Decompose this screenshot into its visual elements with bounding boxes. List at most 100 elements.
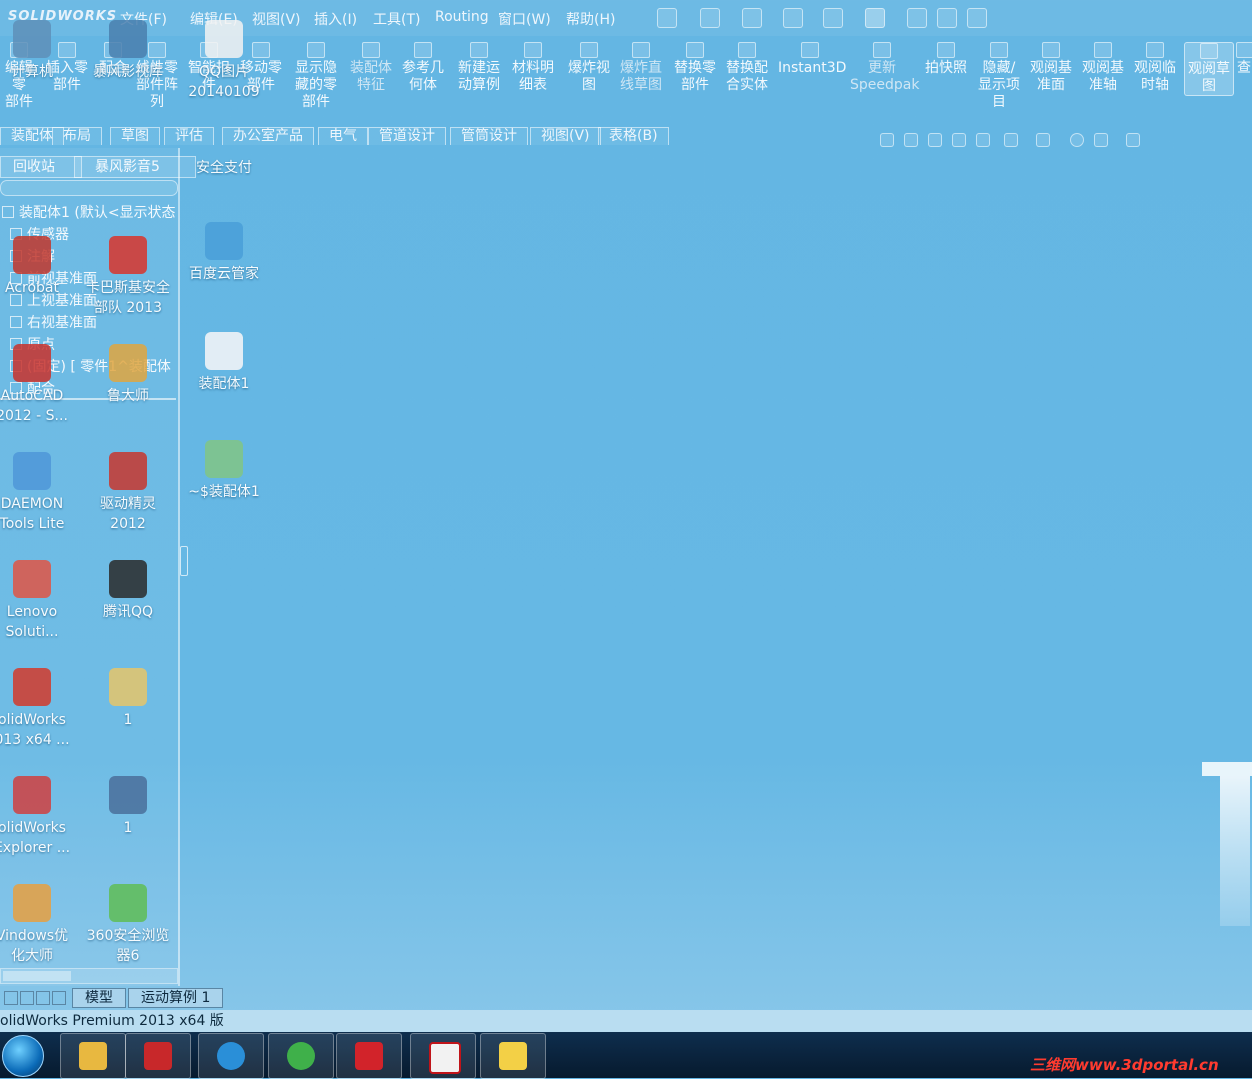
zoom-fit-icon[interactable] [880,133,894,147]
view-planes-icon [1042,42,1060,58]
menu-item-5[interactable]: Routing [435,9,489,25]
tab-6[interactable]: 管道设计 [368,127,446,145]
tab-1[interactable]: 布局 [52,127,102,145]
desktop-icon-10[interactable]: 腾讯QQ [80,560,176,622]
panel-horizontal-scrollbar[interactable] [0,968,178,984]
menu-item-4[interactable]: 工具(T) [373,9,420,29]
desktop-icon-right-1[interactable]: 百度云管家 [176,222,272,284]
ribbon-button-7[interactable]: 装配体 特征 [348,42,394,94]
section-view-icon[interactable] [952,133,966,147]
ribbon-label: 新建运 动算例 [458,60,500,93]
ribbon-button-23[interactable]: 查 [1236,42,1252,77]
view-settings-icon[interactable] [1126,133,1140,147]
desktop-icon-11[interactable]: olidWorks 013 x64 ... [0,668,80,750]
tree-item-0[interactable]: 装配体1 (默认<显示状态 [2,202,176,222]
menu-item-6[interactable]: 窗口(W) [498,9,551,29]
desktop-icon-15[interactable]: Vindows优 化大师 [0,884,80,966]
status-text: olidWorks Premium 2013 x64 版 [0,1013,224,1029]
menu-item-7[interactable]: 帮助(H) [566,9,615,29]
scrollbar-thumb[interactable] [3,971,71,981]
desktop-icon-1[interactable]: 暴风影视库 [80,20,176,82]
ribbon-button-15[interactable]: Instant3D [778,42,846,77]
taskbar-360-browser[interactable] [268,1033,334,1079]
taskbar-sticky-notes[interactable] [480,1033,546,1079]
panel-collapse-handle[interactable] [180,546,188,576]
options-icon[interactable] [967,8,987,28]
rebuild-icon[interactable] [907,8,927,28]
desktop-icon-16[interactable]: 360安全浏览 器6 [80,884,176,966]
start-button[interactable] [2,1035,44,1077]
tab-8[interactable]: 视图(V) [530,127,601,145]
desktop-icon-label: Vindows优 化大师 [0,928,69,964]
tab-model[interactable]: 模型 [72,988,126,1008]
tab-motion-study[interactable]: 运动算例 1 [128,988,224,1008]
ribbon-button-6[interactable]: 显示隐 藏的零 部件 [292,42,340,111]
ribbon-button-17[interactable]: 拍快照 [922,42,970,77]
desktop-icon-13[interactable]: olidWorks Explorer ... [0,776,80,858]
desktop-icon-0[interactable]: 计算机 [0,20,80,82]
tab-5[interactable]: 电气 [318,127,368,145]
taskbar-explorer[interactable] [60,1033,126,1079]
tab-2[interactable]: 草图 [110,127,160,145]
ribbon-button-8[interactable]: 参考几 何体 [400,42,446,94]
ribbon-button-12[interactable]: 爆炸直 线草图 [618,42,664,94]
tab-scroll-arrows[interactable] [0,988,70,1006]
tab-scroll-prev-icon[interactable] [20,991,34,1005]
desktop-icon-6[interactable]: 鲁大师 [80,344,176,406]
open-folder-icon[interactable] [700,8,720,28]
tab-scroll-first-icon[interactable] [4,991,18,1005]
display-style-icon[interactable] [1004,133,1018,147]
desktop-icon-9[interactable]: Lenovo Soluti... [0,560,80,642]
ribbon-button-18[interactable]: 隐藏/ 显示项 目 [976,42,1022,111]
desktop-icon-4[interactable]: Acrobat [0,236,80,298]
previous-view-icon[interactable] [928,133,942,147]
ribbon-button-11[interactable]: 爆炸视 图 [566,42,612,94]
scene-icon[interactable] [1094,133,1108,147]
zoom-area-icon[interactable] [904,133,918,147]
undo-icon[interactable] [823,8,843,28]
tab-9[interactable]: 表格(B) [598,127,669,145]
desktop-icon-12[interactable]: 1 [80,668,176,730]
taskbar-solidworks[interactable] [336,1033,402,1079]
ribbon-button-20[interactable]: 观阅基 准轴 [1080,42,1126,94]
tab-scroll-last-icon[interactable] [52,991,66,1005]
save-icon[interactable] [742,8,762,28]
ribbon-button-16[interactable]: 更新 Speedpak [850,42,919,94]
file-properties-icon[interactable] [937,8,957,28]
desktop-icon-right-3[interactable]: ~$装配体1 [176,440,272,502]
desktop-icon-label: ~$装配体1 [188,484,260,500]
taskbar-acrobat[interactable] [410,1033,476,1079]
hide-show-items-icon[interactable] [1036,133,1050,147]
ribbon-button-22[interactable]: 观阅草 图 [1184,42,1234,96]
taskbar-baidu-cloud[interactable] [198,1033,264,1079]
show-hidden-icon [307,42,325,58]
ribbon-button-19[interactable]: 观阅基 准面 [1028,42,1074,94]
desktop-icon-label: 360安全浏览 器6 [86,928,170,964]
appearance-icon[interactable] [1070,133,1084,147]
ribbon-button-14[interactable]: 替换配 合实体 [724,42,770,94]
ribbon-button-9[interactable]: 新建运 动算例 [456,42,502,94]
print-icon[interactable] [783,8,803,28]
tab-7[interactable]: 管筒设计 [450,127,528,145]
filter-bar[interactable] [0,180,178,196]
desktop-icon-5[interactable]: AutoCAD 2012 - S... [0,344,80,426]
desktop-icon-14[interactable]: 1 [80,776,176,838]
menu-item-3[interactable]: 插入(I) [314,9,357,29]
ribbon-button-13[interactable]: 替换零 部件 [672,42,718,94]
tab-scroll-next-icon[interactable] [36,991,50,1005]
desktop-icon-8[interactable]: 驱动精灵 2012 [80,452,176,534]
desktop-icon-label: 计算机 [11,64,53,80]
select-cursor-icon[interactable] [865,8,885,28]
desktop-icon-3[interactable]: 卡巴斯基安全 部队 2013 [80,236,176,318]
desktop-icon-2[interactable]: QQ图片 20140109 [176,20,272,102]
desktop-icon-right-2[interactable]: 装配体1 [176,332,272,394]
panel-tab-recycle-bin[interactable]: 回收站 [0,156,82,178]
new-document-icon[interactable] [657,8,677,28]
ribbon-button-21[interactable]: 观阅临 时轴 [1132,42,1178,94]
ribbon-button-10[interactable]: 材料明 细表 [510,42,556,94]
desktop-icon-right-0[interactable]: 安全支付 [176,116,272,178]
taskbar-autocad[interactable] [125,1033,191,1079]
desktop-icon-7[interactable]: DAEMON Tools Lite [0,452,80,534]
desktop-icon-label: 鲁大师 [107,388,149,404]
view-orientation-icon[interactable] [976,133,990,147]
